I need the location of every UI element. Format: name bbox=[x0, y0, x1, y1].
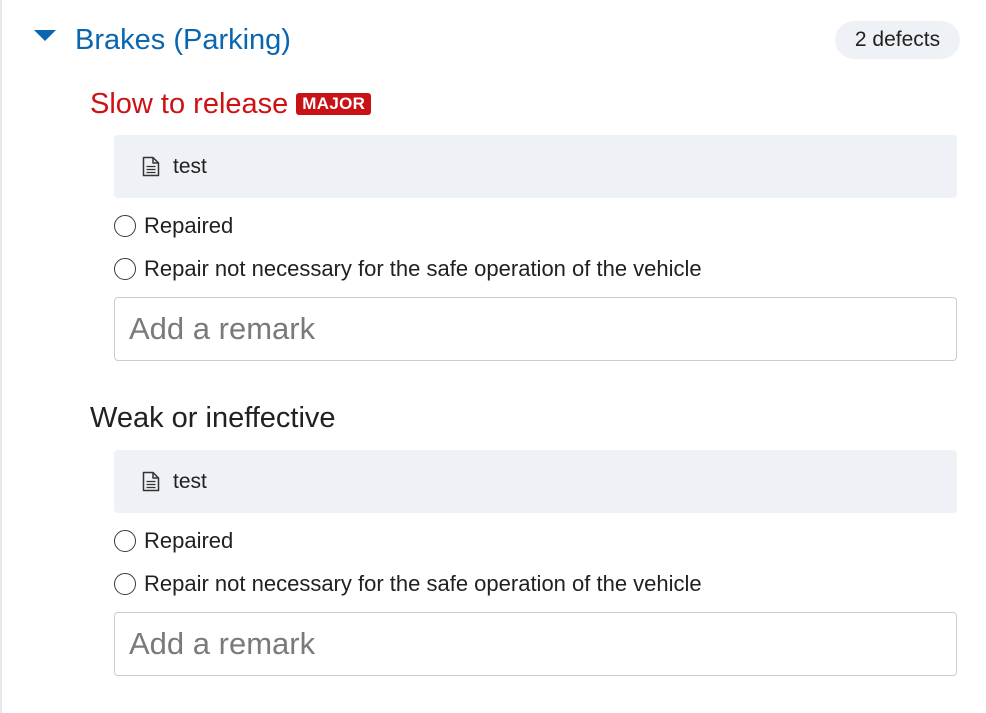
section-title[interactable]: Brakes (Parking) bbox=[75, 22, 291, 58]
defect-note-text: test bbox=[173, 470, 207, 493]
defect-title: Weak or ineffective bbox=[90, 400, 336, 436]
document-icon bbox=[142, 471, 160, 492]
caret-down-icon[interactable] bbox=[34, 30, 56, 41]
radio-button[interactable] bbox=[114, 258, 136, 280]
radio-repair-not-necessary[interactable]: Repair not necessary for the safe operat… bbox=[114, 254, 702, 284]
section-header[interactable]: Brakes (Parking) 2 defects bbox=[0, 18, 986, 64]
document-icon bbox=[142, 156, 160, 177]
defect-title-text: Weak or ineffective bbox=[90, 402, 336, 434]
radio-repaired[interactable]: Repaired bbox=[114, 211, 233, 241]
defect-note-text: test bbox=[173, 155, 207, 178]
remark-input[interactable] bbox=[114, 612, 957, 676]
defect-count-badge: 2 defects bbox=[835, 21, 960, 59]
radio-label: Repair not necessary for the safe operat… bbox=[144, 256, 702, 281]
radio-repair-not-necessary[interactable]: Repair not necessary for the safe operat… bbox=[114, 569, 702, 599]
radio-button[interactable] bbox=[114, 530, 136, 552]
defect-note: test bbox=[114, 135, 957, 198]
radio-label: Repair not necessary for the safe operat… bbox=[144, 571, 702, 596]
defect-title-text: Slow to release bbox=[90, 88, 289, 120]
section-left-border bbox=[0, 0, 2, 713]
remark-input[interactable] bbox=[114, 297, 957, 361]
radio-button[interactable] bbox=[114, 215, 136, 237]
radio-label: Repaired bbox=[144, 213, 234, 238]
radio-button[interactable] bbox=[114, 573, 136, 595]
defect-note: test bbox=[114, 450, 957, 513]
major-severity-badge: MAJOR bbox=[296, 93, 372, 115]
defect-title: Slow to release MAJOR bbox=[90, 86, 372, 122]
radio-label: Repaired bbox=[144, 528, 234, 553]
radio-repaired[interactable]: Repaired bbox=[114, 526, 233, 556]
